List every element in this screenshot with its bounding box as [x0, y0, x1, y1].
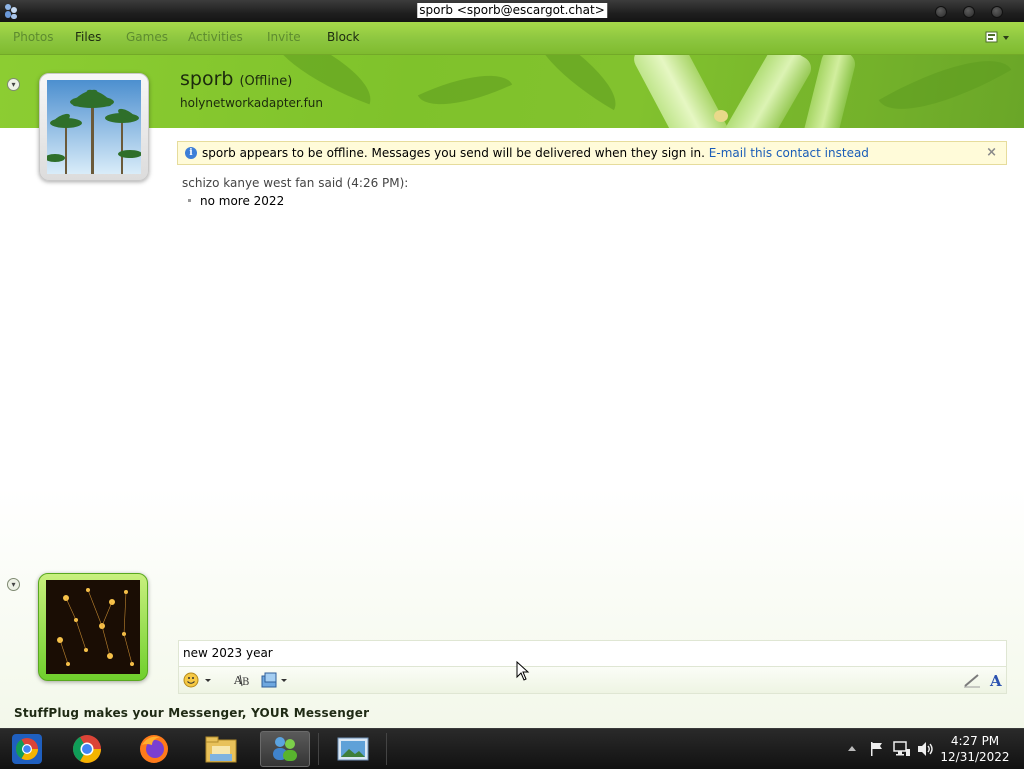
taskbar: 4:27 PM 12/31/2022: [0, 728, 1024, 769]
taskbar-explorer[interactable]: [196, 731, 246, 767]
svg-text:A: A: [989, 672, 1002, 688]
input-toolbar: A B A: [178, 667, 1007, 694]
info-message-text: sporb appears to be offline. Messages yo…: [202, 146, 705, 160]
menu-invite[interactable]: Invite: [267, 30, 301, 44]
message-bullet: [188, 199, 191, 202]
flag-icon[interactable]: [869, 741, 885, 757]
font-icon[interactable]: A: [988, 672, 1004, 688]
user-avatar-image: [46, 580, 140, 674]
emoticon-icon[interactable]: [183, 672, 213, 688]
chrome-icon: [12, 734, 42, 764]
show-hidden-icons-icon[interactable]: [847, 744, 857, 752]
collapse-user-avatar-button[interactable]: ▾: [7, 578, 20, 591]
firefox-icon: [140, 735, 168, 763]
menu-photos[interactable]: Photos: [13, 30, 53, 44]
contact-avatar[interactable]: [39, 73, 149, 181]
info-message: sporb appears to be offline. Messages yo…: [202, 146, 869, 160]
collapse-contact-avatar-button[interactable]: ▾: [7, 78, 20, 91]
contact-name: sporb (Offline): [180, 68, 292, 90]
message-text: no more 2022: [200, 194, 285, 208]
spellcheck-icon[interactable]: A B: [233, 672, 253, 688]
info-icon: i: [185, 147, 197, 159]
conversation-area: [0, 128, 1024, 728]
taskbar-messenger[interactable]: [260, 731, 310, 767]
email-contact-link[interactable]: E-mail this contact instead: [709, 146, 869, 160]
menu-toolbar: Photos Files Games Activities Invite Blo…: [0, 22, 1024, 55]
status-footer: StuffPlug makes your Messenger, YOUR Mes…: [14, 706, 370, 720]
system-clock[interactable]: 4:27 PM 12/31/2022: [940, 733, 1010, 765]
contact-status: (Offline): [239, 74, 293, 89]
taskbar-chrome-dev[interactable]: [2, 731, 52, 767]
taskbar-chrome[interactable]: [62, 731, 112, 767]
menu-games[interactable]: Games: [126, 30, 168, 44]
offline-info-bar: i sporb appears to be offline. Messages …: [177, 141, 1007, 165]
message-input[interactable]: new 2023 year: [178, 640, 1007, 667]
svg-text:B: B: [242, 677, 249, 688]
window-title: sporb <sporb@escargot.chat>: [417, 3, 607, 18]
menu-files[interactable]: Files: [75, 30, 101, 44]
minimize-button[interactable]: [935, 6, 947, 18]
contact-avatar-image: [47, 80, 141, 174]
close-button[interactable]: [991, 6, 1003, 18]
explorer-icon: [205, 736, 237, 763]
photo-viewer-icon: [337, 737, 369, 761]
network-icon[interactable]: [893, 741, 911, 757]
chrome-icon: [73, 735, 101, 763]
handwriting-icon[interactable]: [963, 672, 981, 688]
menu-activities[interactable]: Activities: [188, 30, 243, 44]
messenger-icon: [273, 737, 297, 761]
contact-header: sporb (Offline) holynetworkadapter.fun: [0, 55, 1024, 128]
contact-name-text: sporb: [180, 68, 234, 90]
volume-icon[interactable]: [917, 741, 935, 757]
message-sender-line: schizo kanye west fan said (4:26 PM):: [182, 176, 409, 190]
send-file-icon[interactable]: [261, 672, 289, 688]
layout-icon[interactable]: [984, 30, 1012, 46]
close-icon[interactable]: ×: [986, 145, 997, 160]
clock-date: 12/31/2022: [940, 750, 1010, 764]
menu-block[interactable]: Block: [327, 30, 359, 44]
taskbar-firefox[interactable]: [129, 731, 179, 767]
title-bar: sporb <sporb@escargot.chat>: [0, 0, 1024, 22]
mouse-cursor: [516, 661, 530, 681]
contact-personal-message: holynetworkadapter.fun: [180, 96, 324, 110]
user-avatar[interactable]: [38, 573, 148, 681]
app-icon[interactable]: [3, 2, 19, 20]
maximize-button[interactable]: [963, 6, 975, 18]
taskbar-photo-viewer[interactable]: [328, 731, 378, 767]
message-input-text: new 2023 year: [183, 646, 273, 660]
clock-time: 4:27 PM: [950, 734, 1000, 748]
